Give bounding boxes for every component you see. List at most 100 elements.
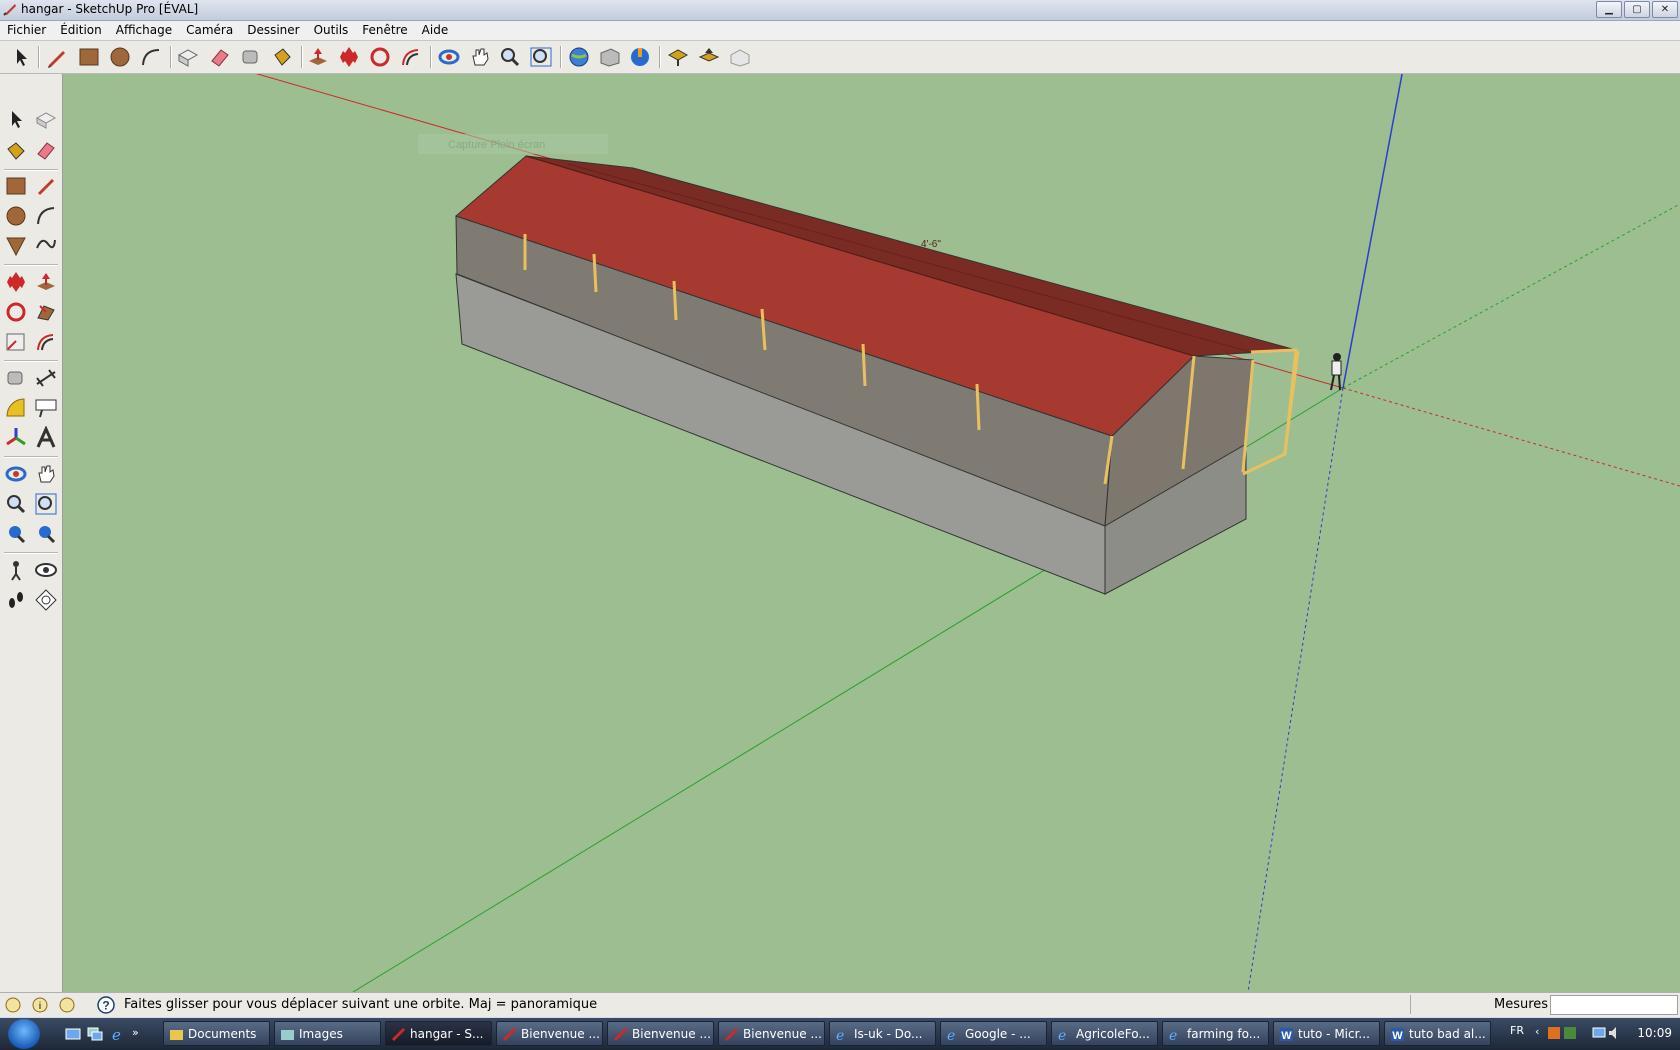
menu-outils[interactable]: Outils	[307, 21, 356, 40]
pencil-icon[interactable]	[34, 174, 58, 198]
push-pull-icon[interactable]	[305, 45, 331, 69]
eraser-icon[interactable]	[34, 139, 58, 163]
tape-measure-icon[interactable]	[4, 366, 28, 390]
get-photo-icon[interactable]	[665, 45, 691, 69]
show-desktop-icon[interactable]	[65, 1026, 81, 1042]
offset-icon[interactable]	[34, 330, 58, 354]
move-icon[interactable]	[336, 45, 362, 69]
green-axis-dashed	[1342, 203, 1680, 389]
pan-icon[interactable]	[467, 45, 493, 69]
task-documents[interactable]: Documents	[163, 1021, 270, 1046]
tray-expand-icon[interactable]: ‹	[1535, 1025, 1539, 1038]
share-model-icon[interactable]	[597, 45, 623, 69]
menu-fenetre[interactable]: Fenêtre	[355, 21, 414, 40]
menu-aide[interactable]: Aide	[415, 21, 456, 40]
rotate-icon[interactable]	[4, 300, 28, 324]
position-camera-icon[interactable]	[4, 558, 28, 582]
protractor-icon[interactable]	[4, 396, 28, 420]
circle-icon[interactable]	[107, 45, 133, 69]
task-farming[interactable]: e farming fo...	[1162, 1021, 1269, 1046]
close-button[interactable]: ✕	[1652, 1, 1678, 18]
paint-bucket-icon[interactable]	[4, 139, 28, 163]
rectangle-icon[interactable]	[76, 45, 102, 69]
section-plane-icon[interactable]	[34, 588, 58, 612]
svg-text:W: W	[1281, 1030, 1292, 1042]
credits-icon[interactable]: i	[31, 996, 49, 1014]
tape-measure-icon[interactable]	[238, 45, 264, 69]
start-button[interactable]	[8, 1019, 40, 1049]
rectangle-icon[interactable]	[4, 174, 28, 198]
google-earth-icon[interactable]	[627, 45, 653, 69]
make-component-icon[interactable]	[175, 45, 201, 69]
dimension-icon[interactable]	[34, 366, 58, 390]
task-is-uk[interactable]: e Is-uk - Do...	[829, 1021, 936, 1046]
volume-icon[interactable]	[1608, 1026, 1622, 1040]
task-bienvenue-1[interactable]: Bienvenue ...	[496, 1021, 603, 1046]
eraser-icon[interactable]	[207, 45, 233, 69]
zoom-icon[interactable]	[497, 45, 523, 69]
follow-me-icon[interactable]	[34, 300, 58, 324]
orbit-icon[interactable]	[4, 462, 28, 486]
zoom-extents-icon[interactable]	[34, 522, 58, 546]
look-around-icon[interactable]	[34, 558, 58, 582]
rotate-icon[interactable]	[367, 45, 393, 69]
menu-dessiner[interactable]: Dessiner	[240, 21, 306, 40]
zoom-window-icon[interactable]	[34, 492, 58, 516]
make-component-icon[interactable]	[34, 108, 58, 132]
user-icon[interactable]	[58, 996, 76, 1014]
network-icon[interactable]	[1592, 1026, 1606, 1040]
get-models-icon[interactable]	[566, 45, 592, 69]
zoom-icon[interactable]	[4, 492, 28, 516]
scale-icon[interactable]	[4, 330, 28, 354]
arc-icon[interactable]	[34, 204, 58, 228]
zoom-extents-icon[interactable]	[528, 45, 554, 69]
walk-icon[interactable]	[4, 588, 28, 612]
move-icon[interactable]	[4, 270, 28, 294]
tray-app-icon-2[interactable]	[1563, 1026, 1577, 1040]
switch-windows-icon[interactable]	[87, 1026, 103, 1042]
modeling-viewport[interactable]: Capture Plein écran 4'-6"	[63, 74, 1680, 992]
task-tuto-bad[interactable]: Wtuto bad al...	[1384, 1021, 1491, 1046]
internet-explorer-icon[interactable]: e	[109, 1026, 125, 1042]
task-tuto-word[interactable]: Wtuto - Micr...	[1273, 1021, 1380, 1046]
clock[interactable]: 10:09	[1637, 1026, 1672, 1040]
help-icon[interactable]: ?	[96, 995, 116, 1015]
select-icon[interactable]	[7, 45, 33, 69]
paint-bucket-icon[interactable]	[269, 45, 295, 69]
minimize-button[interactable]: ▁	[1596, 1, 1622, 18]
3d-text-icon[interactable]	[34, 426, 58, 450]
push-pull-icon[interactable]	[34, 270, 58, 294]
place-model-icon[interactable]	[727, 45, 753, 69]
language-indicator[interactable]: FR	[1510, 1024, 1524, 1037]
menu-fichier[interactable]: Fichier	[0, 21, 53, 40]
freehand-icon[interactable]	[34, 234, 58, 258]
arc-icon[interactable]	[138, 45, 164, 69]
offset-icon[interactable]	[398, 45, 424, 69]
task-hangar-sketchup[interactable]: hangar - S...	[385, 1021, 492, 1046]
previous-view-icon[interactable]	[4, 522, 28, 546]
tray-app-icon[interactable]	[1547, 1026, 1561, 1040]
axes-icon[interactable]	[4, 426, 28, 450]
ghost-tooltip-text: Capture Plein écran	[448, 139, 545, 151]
orbit-icon[interactable]	[436, 45, 462, 69]
menu-edition[interactable]: Édition	[53, 21, 109, 40]
upload-icon[interactable]	[696, 45, 722, 69]
maximize-button[interactable]: ▢	[1624, 1, 1650, 18]
left-tool-palette	[0, 74, 63, 992]
circle-icon[interactable]	[4, 204, 28, 228]
task-images[interactable]: Images	[274, 1021, 381, 1046]
text-icon[interactable]	[34, 396, 58, 420]
quicklaunch-more-icon[interactable]: »	[132, 1026, 139, 1039]
menu-camera[interactable]: Caméra	[179, 21, 240, 40]
pencil-icon[interactable]	[44, 45, 70, 69]
task-google[interactable]: e Google - ...	[940, 1021, 1047, 1046]
measures-input[interactable]	[1550, 995, 1678, 1015]
task-bienvenue-3[interactable]: Bienvenue ...	[718, 1021, 825, 1046]
task-bienvenue-2[interactable]: Bienvenue ...	[607, 1021, 714, 1046]
menu-affichage[interactable]: Affichage	[109, 21, 179, 40]
select-icon[interactable]	[4, 108, 28, 132]
polygon-icon[interactable]	[4, 234, 28, 258]
task-agricolefo[interactable]: e AgricoleFo...	[1051, 1021, 1158, 1046]
geo-location-icon[interactable]	[4, 996, 22, 1014]
pan-icon[interactable]	[34, 462, 58, 486]
